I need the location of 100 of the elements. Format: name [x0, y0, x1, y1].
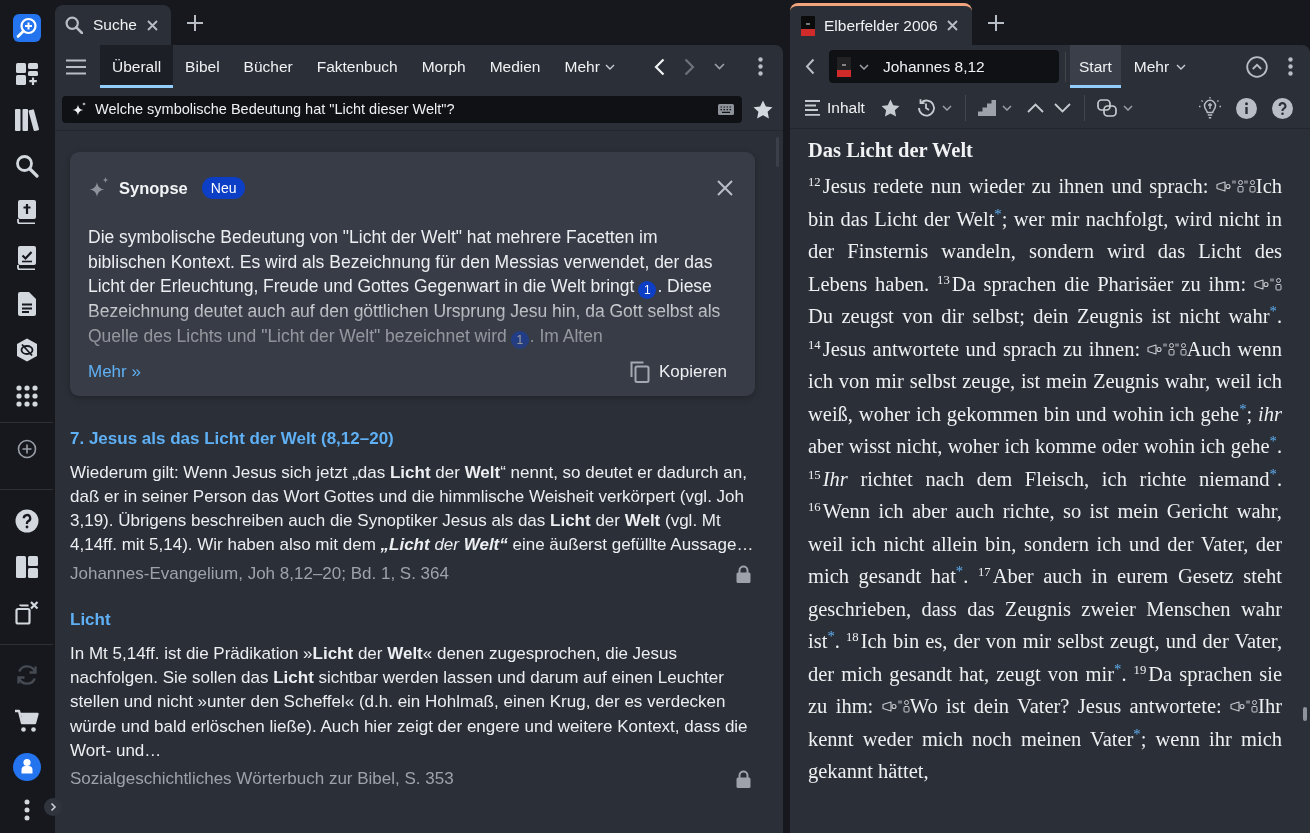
- copy-button[interactable]: Kopieren: [629, 360, 737, 383]
- scrollbar-thumb[interactable]: [1303, 707, 1307, 721]
- bible-text: $^{12}$ Jesus redete nun wieder zu ihnen und sprach: Ich bin das Licht der Welt$^{*}$; wer mir nachfolgt, wird nicht in der Finsternis wandeln, sondern wird das Licht des Lebens haben. $^{13}$Da sprachen die Pharisäer zu ihm: Du zeugst von dir selbst; dein Zeugnis ist nicht wahr$^{*}$. $^{14}$Jesus antwortete und sprach zu ihnen: Auch wenn ich von mir selbst zeuge, ist mein Zeugnis wahr, weil ich weiß, woher ich gekommen bin und wohin ich gehe$^{*}$; ihr aber wisst nicht, woher ich komme oder wohin ich gehe$^{*}$. $^{15}$ Ihr richtet nach dem Fleisch, ich richte niemand$^{*}$. $^{16}$Wenn ich aber auch richte, so ist mein Gericht wahr, weil ich nicht allein bin, sondern ich und der Vater, der mich gesandt hat$^{*}$. $^{17}$Aber auch in eurem Gesetz steht geschrieben, dass das Zeugnis zweier Menschen wahr ist$^{*}$. $^{18}$ Ich bin es, der von mir selbst zeugt, und der Vater, der mich gesandt hat, zeugt von mir$^{*}$. $^{19}$ Da sprachen sie zu ihm: Wo ist dein Vater? Jesus antwortete: Ihr kennt weder mich noch meinen Vater$^{*}$; wenn ihr mich gekannt hättet,: [808, 174, 1282, 785]
- caret-icon: [1176, 63, 1187, 70]
- result-source: Johannes-Evangelium, Joh 8,12–20; Bd. 1, S. 364: [70, 563, 449, 584]
- bible-tab[interactable]: Elberfelder 2006: [790, 3, 972, 45]
- sparkle-icon: [72, 101, 87, 117]
- speaker-person-icon: [1270, 276, 1282, 291]
- scope-tab[interactable]: Faktenbuch: [304, 45, 410, 88]
- plus-circle-icon[interactable]: [16, 439, 37, 459]
- history-icon[interactable]: [915, 98, 936, 118]
- more-link[interactable]: Mehr »: [88, 361, 141, 382]
- scope-tab[interactable]: Bibel: [173, 45, 232, 88]
- book-cover-icon: [801, 15, 815, 36]
- more-dropdown[interactable]: Mehr: [552, 45, 627, 88]
- cart-icon[interactable]: [13, 709, 40, 733]
- query-field[interactable]: Welche symbolische Bedeutung hat "Licht dieser Welt"?: [62, 95, 742, 123]
- footnote-link[interactable]: *: [1114, 660, 1122, 677]
- result-source: Sozialgeschichtliches Wörterbuch zur Bibel, S. 353: [70, 769, 454, 790]
- footnote-link[interactable]: *: [1239, 400, 1247, 417]
- lightbulb-icon[interactable]: [1199, 97, 1221, 119]
- new-badge: Neu: [201, 177, 246, 199]
- scope-tab[interactable]: Überall: [100, 45, 174, 88]
- scope-tab[interactable]: Medien: [477, 45, 553, 88]
- megaphone-icon: [1254, 278, 1269, 290]
- reference-field[interactable]: Johannes 8,12: [829, 50, 1059, 83]
- hexagon-eye-slash-icon[interactable]: [15, 338, 38, 362]
- more-icon[interactable]: [758, 57, 763, 76]
- speaker-person-icon: [897, 699, 910, 713]
- chevron-up-circle-icon[interactable]: [1246, 55, 1268, 78]
- copy-x-icon[interactable]: [14, 601, 39, 625]
- contents-button[interactable]: Inhalt: [805, 99, 865, 117]
- result-title[interactable]: Licht: [70, 609, 755, 630]
- footnote-link[interactable]: *: [1269, 302, 1277, 319]
- steps-icon[interactable]: [977, 100, 996, 116]
- footnote-link[interactable]: *: [827, 627, 835, 644]
- document-icon[interactable]: [16, 292, 37, 316]
- footnote-link[interactable]: *: [1133, 725, 1141, 742]
- footnote-link[interactable]: *: [1269, 432, 1277, 449]
- search-icon: [65, 16, 83, 34]
- speaker-person-icon: [1243, 179, 1256, 193]
- tiles-plus-icon[interactable]: [14, 62, 39, 86]
- star-icon[interactable]: [880, 99, 900, 117]
- scope-tab[interactable]: Morph: [409, 45, 478, 88]
- section-heading: Das Licht der Welt: [808, 139, 974, 162]
- keyboard-icon[interactable]: [718, 103, 734, 115]
- magnifier-plus-icon[interactable]: [12, 14, 41, 42]
- help-icon[interactable]: [1272, 97, 1293, 119]
- overlapping-squares-icon[interactable]: [1096, 99, 1117, 117]
- copy-icon: [629, 360, 650, 383]
- layout-icon[interactable]: [15, 556, 38, 578]
- search-icon[interactable]: [14, 154, 39, 178]
- avatar-icon[interactable]: [12, 753, 41, 781]
- chevron-down-icon[interactable]: [1053, 103, 1071, 113]
- speaker-person-icon: [1246, 699, 1259, 713]
- close-icon[interactable]: [946, 20, 958, 31]
- caret-icon[interactable]: [714, 63, 725, 70]
- close-icon[interactable]: [146, 19, 158, 31]
- book-cross-icon[interactable]: [16, 200, 37, 224]
- scope-tab[interactable]: Bücher: [231, 45, 305, 88]
- plus-icon[interactable]: [987, 15, 1004, 31]
- caret-icon: [604, 63, 615, 70]
- caret-icon[interactable]: [941, 105, 952, 111]
- books-icon[interactable]: [13, 108, 40, 132]
- more-icon[interactable]: [1288, 57, 1293, 76]
- caret-icon[interactable]: [1122, 105, 1133, 111]
- star-icon[interactable]: [753, 99, 773, 119]
- view-tab[interactable]: Start: [1070, 45, 1121, 88]
- menu-icon[interactable]: [66, 58, 86, 75]
- caret-icon[interactable]: [1001, 105, 1012, 111]
- megaphone-icon: [1230, 701, 1246, 712]
- grid-icon[interactable]: [15, 385, 38, 407]
- book-check-icon[interactable]: [16, 246, 37, 270]
- more-icon[interactable]: [23, 799, 30, 821]
- synopsis-title: Synopse: [119, 178, 188, 198]
- close-icon[interactable]: [717, 180, 733, 196]
- footnote-link[interactable]: *: [994, 205, 1002, 222]
- list-icon: [805, 100, 820, 116]
- book-cover-icon: [837, 56, 851, 77]
- more-dropdown[interactable]: Mehr: [1124, 45, 1196, 88]
- result-text: In Mt 5,14ff. ist die Prädikation »Licht der Welt« denen zugesprochen, die Jesus nachfolgen. Sie sollen das Licht sichtbar werden lassen und darum auf einen Leuchter stellen und nicht »unter den Scheffel« (d.h. ein Hohlmaß, einen Krug, der es verdecken würde und bald erlöschen ließe). Auch hier zeigt der engere und weitere Kontext, dass die Wort- und…: [70, 642, 749, 762]
- plus-icon[interactable]: [186, 15, 203, 31]
- chevron-left-icon[interactable]: [805, 58, 815, 75]
- result-title[interactable]: 7. Jesus als das Licht der Welt (8,12–20): [70, 428, 755, 449]
- speaker-person-icon: [1162, 341, 1175, 356]
- megaphone-icon: [881, 701, 897, 712]
- result-text: Wiederum gilt: Wenn Jesus sich jetzt „das Licht der Welt“ nennt, so deutet er dadurch an, daß er in seiner Person das Wort Gottes und die himmlische Weisheit verkörpert (vgl. Joh 3,19). Übrigens beschreiben auch die Synoptiker Jesus als das Licht der Welt (vgl. Mt 4,14ff. mit 5,14). Wir haben also mit dem „Licht der Welt“ eine äußerst gefüllte Aussage…: [70, 461, 755, 557]
- chevron-up-icon[interactable]: [1026, 103, 1044, 113]
- megaphone-icon: [1146, 343, 1162, 355]
- info-icon[interactable]: [1236, 97, 1257, 119]
- speaker-person-icon: [1174, 341, 1187, 356]
- help-icon[interactable]: [14, 509, 39, 533]
- footnote-link[interactable]: *: [955, 562, 964, 579]
- synopsis-text: Die symbolische Bedeutung von "Licht der Welt" hat mehrere Facetten im biblischen Kontext. Es wird als Bezeichnung für den Messias verwendet, der das Licht der Erleuchtung, Freude und Gottes Gegenwart in die Welt bringt 1 . Diese Bezeichnung deutet auch auf den göttlichen Ursprung Jesu hin, da Gott selbst als Quelle des Lichts und "Licht der Welt" bezeichnet wird 1 . Im Alten: [88, 226, 722, 349]
- speaker-person-icon: [1231, 179, 1244, 193]
- caret-icon[interactable]: [859, 63, 869, 70]
- footnote-link[interactable]: *: [1269, 465, 1277, 482]
- megaphone-icon: [1215, 181, 1231, 192]
- search-tab[interactable]: Suche: [55, 5, 171, 45]
- citation-link[interactable]: 1: [638, 281, 657, 299]
